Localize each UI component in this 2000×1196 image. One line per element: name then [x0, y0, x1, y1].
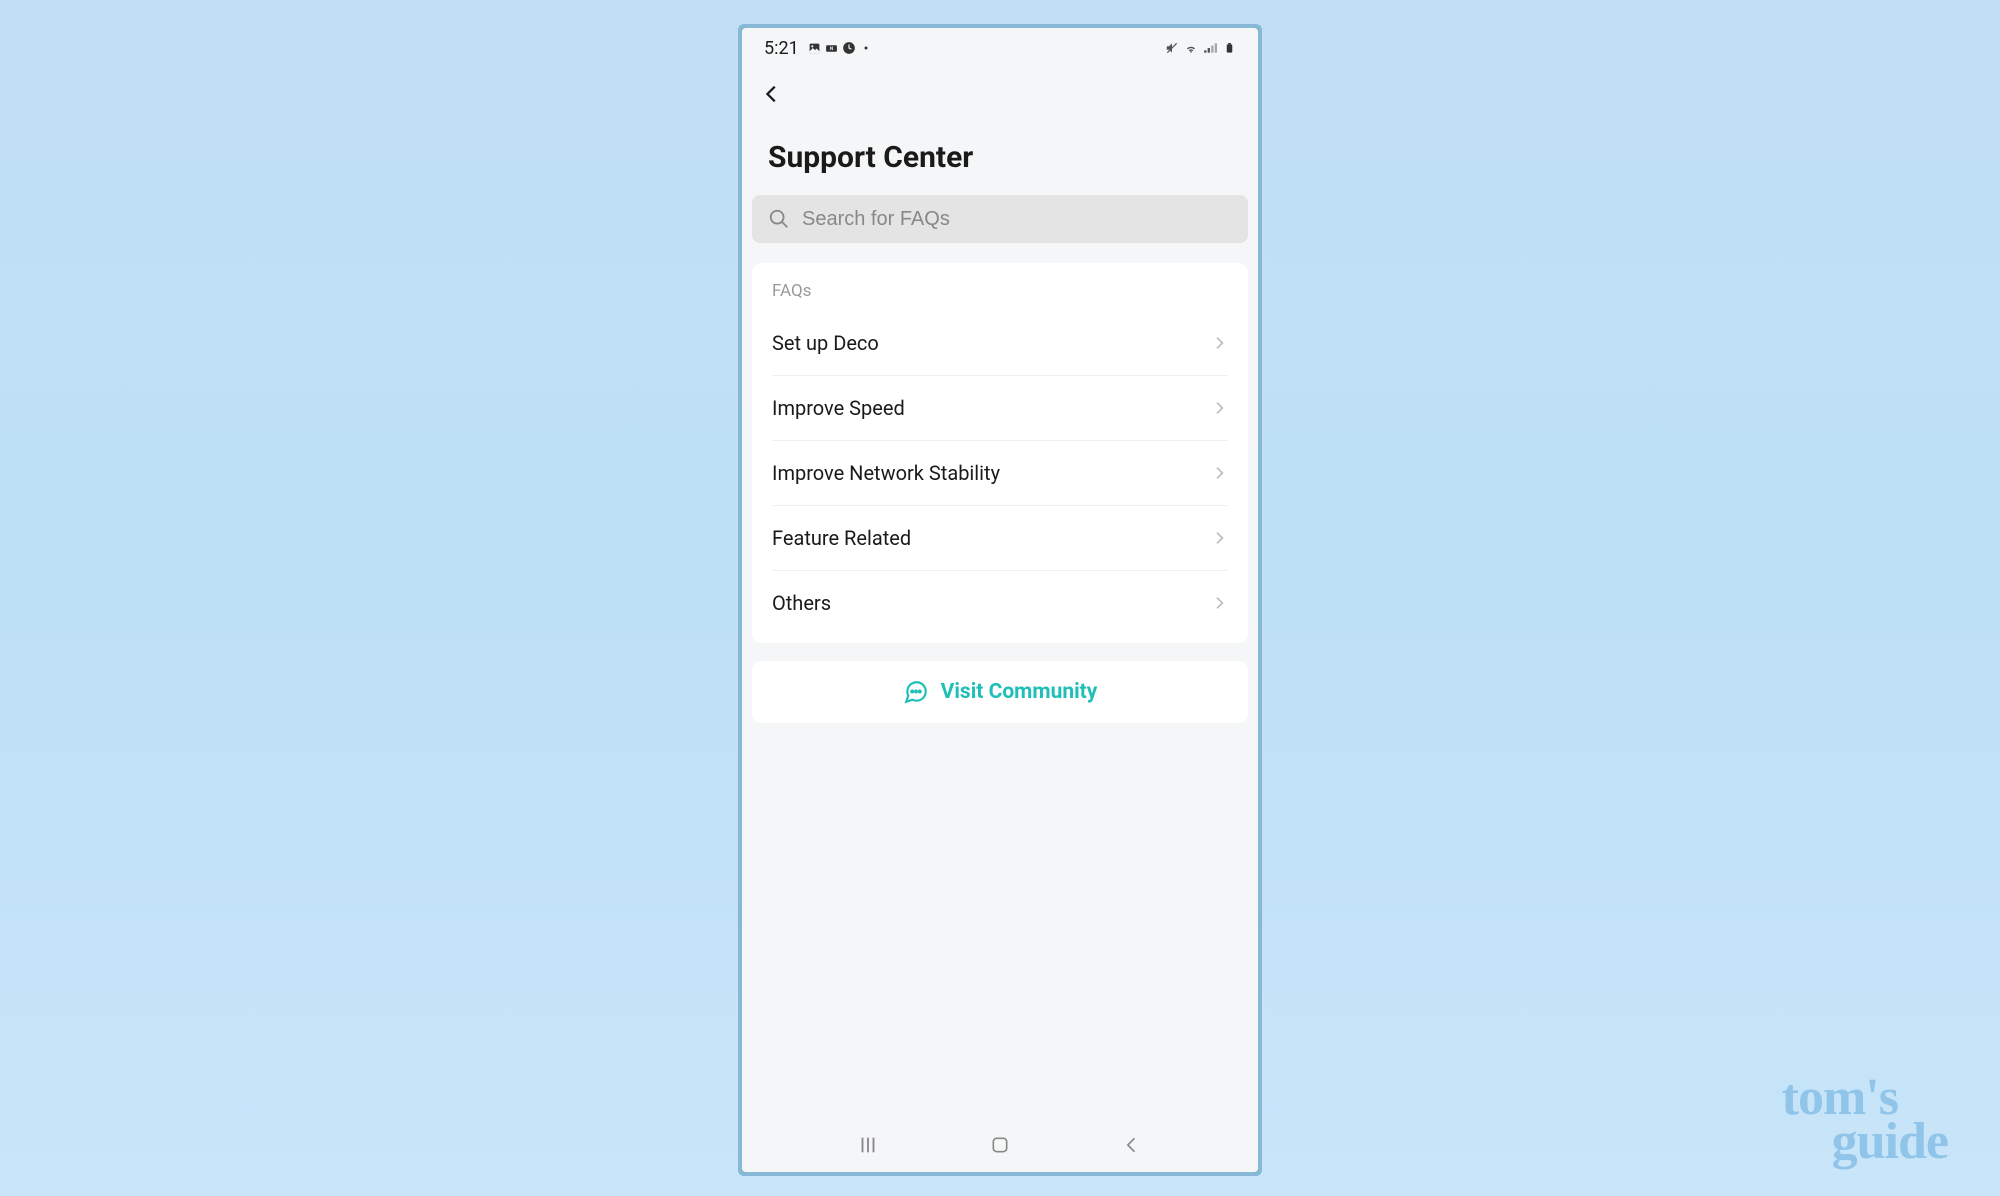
faq-label: Others [772, 591, 831, 615]
dot-icon [859, 41, 873, 55]
faq-label: Set up Deco [772, 331, 879, 355]
signal-icon [1203, 41, 1217, 55]
faq-item-others[interactable]: Others [772, 571, 1228, 635]
community-label: Visit Community [941, 680, 1098, 704]
svg-text:N: N [830, 47, 833, 52]
search-input[interactable] [802, 208, 1232, 231]
recent-apps-button[interactable] [848, 1125, 888, 1165]
status-icons-left: N [808, 41, 873, 55]
watermark-line2: guide [1832, 1120, 1948, 1164]
faqs-card: FAQs Set up Deco Improve Speed Improve N… [752, 263, 1248, 643]
chevron-right-icon [1210, 594, 1228, 612]
faq-item-improve-network-stability[interactable]: Improve Network Stability [772, 441, 1228, 506]
chevron-right-icon [1210, 529, 1228, 547]
chat-bubble-icon [903, 679, 929, 705]
status-left: 5:21 N [764, 38, 873, 59]
faq-label: Improve Network Stability [772, 461, 1000, 485]
status-time: 5:21 [764, 38, 799, 59]
chevron-right-icon [1210, 399, 1228, 417]
watermark: tom's guide [1782, 1076, 1948, 1164]
faqs-section-label: FAQs [752, 281, 1248, 311]
status-right [1165, 41, 1236, 55]
faq-item-feature-related[interactable]: Feature Related [772, 506, 1228, 571]
phone-screen: 5:21 N [742, 28, 1258, 1172]
status-bar: 5:21 N [742, 28, 1258, 64]
phone-frame: 5:21 N [738, 24, 1262, 1176]
search-icon [768, 208, 790, 230]
chevron-right-icon [1210, 464, 1228, 482]
back-button[interactable] [758, 80, 786, 108]
faq-item-set-up-deco[interactable]: Set up Deco [772, 311, 1228, 376]
mute-icon [1165, 41, 1179, 55]
image-icon [808, 41, 822, 55]
visit-community-button[interactable]: Visit Community [752, 661, 1248, 723]
wifi-icon [1184, 41, 1198, 55]
android-back-button[interactable] [1112, 1125, 1152, 1165]
notification-badge-icon: N [825, 41, 839, 55]
chevron-right-icon [1210, 334, 1228, 352]
faq-label: Improve Speed [772, 396, 905, 420]
search-container[interactable] [752, 195, 1248, 243]
page-title: Support Center [742, 116, 1258, 195]
nav-back-container [742, 64, 1258, 116]
faq-label: Feature Related [772, 526, 911, 550]
android-nav-bar [742, 1118, 1258, 1172]
home-button[interactable] [980, 1125, 1020, 1165]
battery-icon [1222, 41, 1236, 55]
clock-icon [842, 41, 856, 55]
faq-item-improve-speed[interactable]: Improve Speed [772, 376, 1228, 441]
